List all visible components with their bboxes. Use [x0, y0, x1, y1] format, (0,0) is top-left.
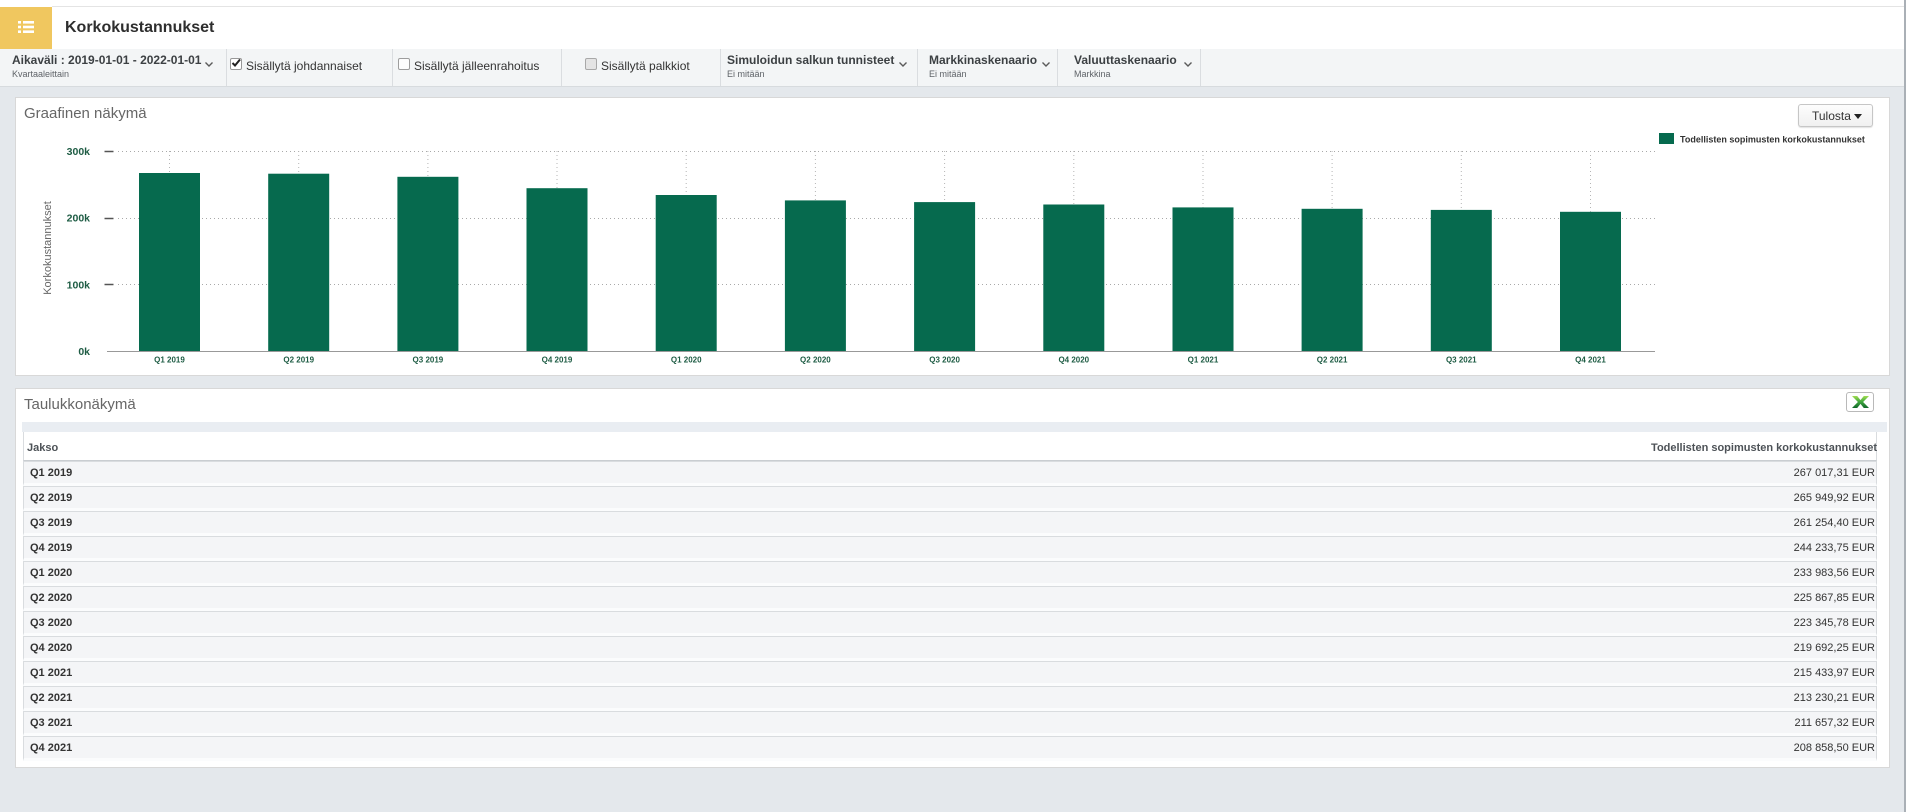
- svg-text:Q1 2019: Q1 2019: [154, 356, 185, 365]
- svg-text:Q3 2020: Q3 2020: [929, 356, 960, 365]
- svg-text:Q2 2020: Q2 2020: [800, 356, 831, 365]
- svg-text:Q1 2020: Q1 2020: [671, 356, 702, 365]
- svg-text:0k: 0k: [78, 346, 90, 358]
- svg-text:200k: 200k: [67, 213, 91, 225]
- svg-text:Todellisten sopimusten korkoku: Todellisten sopimusten korkokustannukset: [1680, 135, 1865, 145]
- svg-text:Q2 2019: Q2 2019: [283, 356, 314, 365]
- svg-text:Q4 2020: Q4 2020: [1058, 356, 1089, 365]
- svg-text:100k: 100k: [67, 279, 91, 291]
- svg-text:Korkokustannukset: Korkokustannukset: [42, 201, 54, 295]
- svg-text:Q3 2021: Q3 2021: [1446, 356, 1477, 365]
- svg-text:Q3 2019: Q3 2019: [413, 356, 444, 365]
- svg-text:300k: 300k: [67, 146, 91, 158]
- svg-text:Q4 2021: Q4 2021: [1575, 356, 1606, 365]
- svg-text:Q1 2021: Q1 2021: [1188, 356, 1219, 365]
- svg-text:Q2 2021: Q2 2021: [1317, 356, 1348, 365]
- svg-text:Q4 2019: Q4 2019: [542, 356, 573, 365]
